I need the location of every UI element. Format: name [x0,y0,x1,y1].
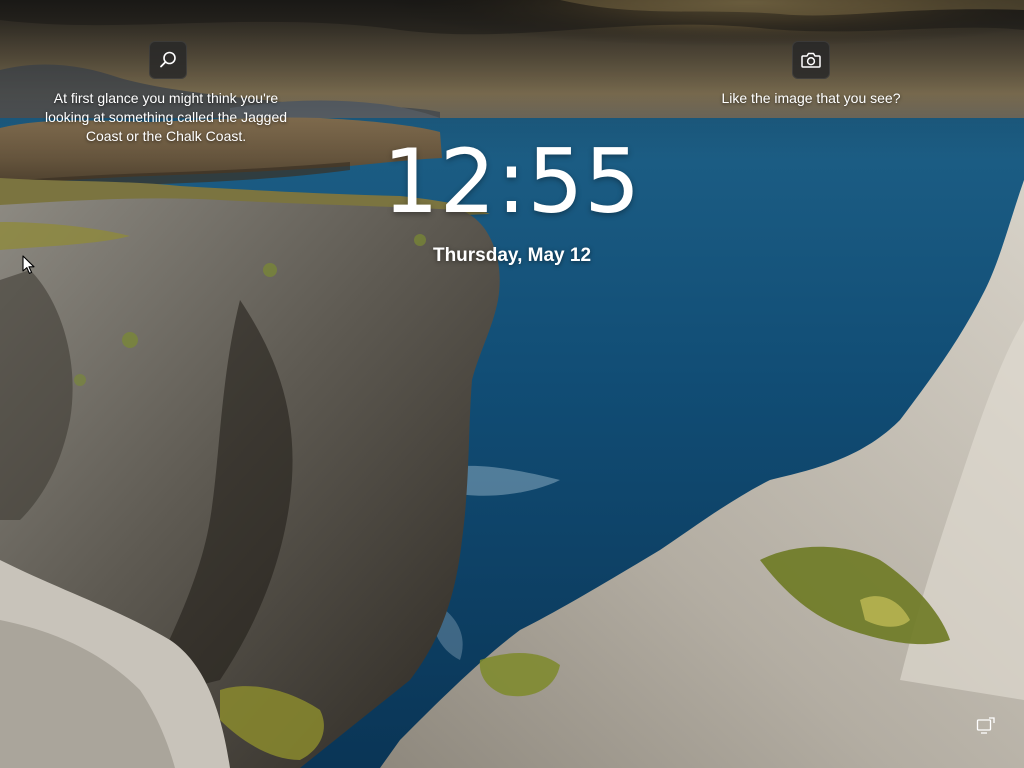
search-icon [160,51,176,68]
accessibility-icon[interactable] [976,717,996,735]
lock-screen-date: Thursday, May 12 [432,245,592,266]
lock-screen[interactable]: At first glance you might think you're l… [0,0,1024,768]
spotlight-search-button[interactable] [149,41,187,79]
mouse-cursor-icon [22,255,35,274]
spotlight-caption[interactable]: At first glance you might think you're l… [30,89,302,146]
camera-icon [801,52,821,68]
like-image-button[interactable] [792,41,830,79]
like-image-caption[interactable]: Like the image that you see? [700,89,922,108]
lock-screen-time: 12:55 [382,130,642,233]
